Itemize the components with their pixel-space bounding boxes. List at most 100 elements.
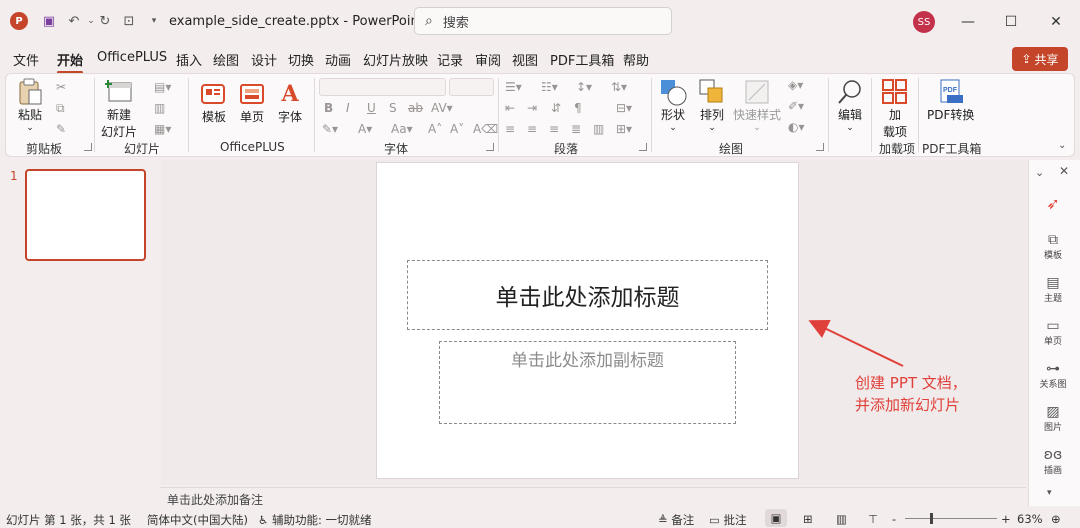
arrange-button[interactable]: 排列 ⌄ [698,78,726,133]
tab-insert[interactable]: 插入 [176,50,202,69]
zoom-slider-track[interactable] [905,518,997,519]
undo-icon[interactable]: ↶ [65,12,83,30]
drawing-launcher-icon[interactable] [816,143,824,151]
title-placeholder[interactable]: 单击此处添加标题 [407,260,768,330]
align-left-icon[interactable]: ≡ [505,122,515,136]
tab-review[interactable]: 审阅 [475,50,501,69]
normal-view-icon[interactable]: ▣ [765,509,787,527]
format-painter-icon[interactable]: ✎ [56,122,66,136]
bold-icon[interactable]: B [324,101,333,115]
cut-icon[interactable]: ✂ [56,80,66,94]
single-page-button[interactable]: 单页 [238,80,266,125]
reading-view-icon[interactable]: ▥ [836,512,847,526]
paragraph-launcher-icon[interactable] [639,143,647,151]
rtl-icon[interactable]: ¶ [574,101,582,115]
align-right-icon[interactable]: ≡ [549,122,559,136]
sort-icon[interactable]: ⇵ [551,101,561,115]
pane-item-template[interactable]: ⧉ 模板 [1029,232,1077,261]
subtitle-placeholder[interactable]: 单击此处添加副标题 [439,341,736,424]
shape-fill-icon[interactable]: ◈▾ [788,78,803,92]
tab-officeplus[interactable]: OfficePLUS [97,50,167,65]
font-plus-button[interactable]: A 字体 [276,80,304,125]
present-icon[interactable]: ⊡ [120,12,138,30]
increase-indent-icon[interactable]: ⇥ [527,101,537,115]
highlight-icon[interactable]: ✎▾ [322,122,338,136]
pane-item-theme[interactable]: ▤ 主题 [1029,275,1077,304]
zoom-out-button[interactable]: - [892,512,896,526]
fit-to-window-icon[interactable]: ⊕ [1051,512,1061,526]
align-text-icon[interactable]: ⊟▾ [616,101,632,115]
customize-toolbar-icon[interactable]: ▾ [145,12,163,30]
share-button[interactable]: ⇪ 共享 [1012,47,1068,71]
font-family-select[interactable] [319,78,446,96]
tab-transitions[interactable]: 切换 [288,50,314,69]
tab-animations[interactable]: 动画 [325,50,351,69]
save-icon[interactable]: ▣ [40,12,58,30]
edit-button[interactable]: 编辑 ⌄ [836,78,864,133]
shape-effects-icon[interactable]: ◐▾ [788,120,805,134]
tab-view[interactable]: 视图 [512,50,538,69]
justify-icon[interactable]: ≣ [571,122,581,136]
align-center-icon[interactable]: ≡ [527,122,537,136]
clear-format-icon[interactable]: A⌫ [473,122,498,136]
pane-item-picture[interactable]: ▨ 图片 [1029,404,1077,433]
tab-slideshow[interactable]: 幻灯片放映 [363,50,428,69]
zoom-slider-thumb[interactable] [930,513,933,524]
bullets-icon[interactable]: ☰▾ [505,80,522,94]
layout-icon[interactable]: ▤▾ [154,80,171,94]
shape-outline-icon[interactable]: ✐▾ [788,99,804,113]
decrease-indent-icon[interactable]: ⇤ [505,101,515,115]
line-spacing-icon[interactable]: ↕▾ [576,80,592,94]
pane-item-illustration[interactable]: ʚɞ 插画 [1029,447,1077,476]
font-color-icon[interactable]: A▾ [358,122,372,136]
tab-file[interactable]: 文件 [13,50,39,69]
pane-collapse-icon[interactable]: ⌄ [1035,166,1044,179]
user-avatar[interactable]: SS [913,11,935,33]
pane-item-diagram[interactable]: ⊶ 关系图 [1029,361,1077,390]
zoom-level[interactable]: 63% [1017,512,1043,526]
font-launcher-icon[interactable] [486,143,494,151]
pane-item-single-page[interactable]: ▭ 单页 [1029,318,1077,347]
section-icon[interactable]: ▦▾ [154,122,171,136]
tab-pdf-toolbox[interactable]: PDF工具箱 [550,50,614,69]
underline-icon[interactable]: U [367,101,376,115]
decrease-font-icon[interactable]: A˅ [450,122,464,136]
addins-button[interactable]: 加 载项 [881,78,909,140]
change-case-icon[interactable]: Aa▾ [391,122,413,136]
character-spacing-icon[interactable]: AV▾ [431,101,453,115]
strikethrough-icon[interactable]: ab [408,101,423,115]
copy-icon[interactable]: ⧉ [56,101,65,116]
slide-thumbnail[interactable] [25,169,146,261]
slide[interactable]: 单击此处添加标题 单击此处添加副标题 [376,162,799,479]
collapse-ribbon-icon[interactable]: ⌄ [1058,140,1066,151]
comments-toggle[interactable]: ▭ 批注 [709,512,747,528]
shadow-icon[interactable]: S [389,101,397,115]
new-slide-button[interactable]: 新建 幻灯片 [101,78,137,140]
close-button[interactable]: ✕ [1046,12,1066,32]
shape-button[interactable]: 形状 ⌄ [659,78,687,133]
numbering-icon[interactable]: ☷▾ [541,80,558,94]
tab-home[interactable]: 开始 [57,50,84,74]
tab-design[interactable]: 设计 [251,50,277,69]
language-indicator[interactable]: 简体中文(中国大陆) [147,512,248,528]
slideshow-view-icon[interactable]: ⊤ [868,512,878,526]
tab-record[interactable]: 记录 [437,50,463,69]
notes-pane[interactable]: 单击此处添加备注 [160,487,1026,507]
clipboard-launcher-icon[interactable] [84,143,92,151]
font-size-select[interactable] [449,78,494,96]
paste-button[interactable]: 粘贴 ⌄ [16,78,44,133]
template-button[interactable]: 模板 [200,80,228,125]
maximize-button[interactable]: ☐ [1001,12,1021,32]
pane-scroll-down-icon[interactable]: ▾ [1047,488,1052,498]
tab-help[interactable]: 帮助 [623,50,649,69]
pane-close-icon[interactable]: ✕ [1059,164,1069,178]
pdf-convert-button[interactable]: PDF PDF转换 [927,78,974,123]
quick-style-button[interactable]: 快速样式 ⌄ [733,78,781,133]
search-box[interactable]: ⌕ 搜索 [414,7,672,35]
accessibility-indicator[interactable]: ♿ 辅助功能: 一切就绪 [258,512,372,528]
columns-icon[interactable]: ▥ [593,122,604,136]
notes-toggle[interactable]: ≜ 备注 [658,512,694,528]
slide-sorter-icon[interactable]: ⊞ [803,512,813,526]
text-direction-icon[interactable]: ⇅▾ [611,80,627,94]
italic-icon[interactable]: I [346,101,350,115]
